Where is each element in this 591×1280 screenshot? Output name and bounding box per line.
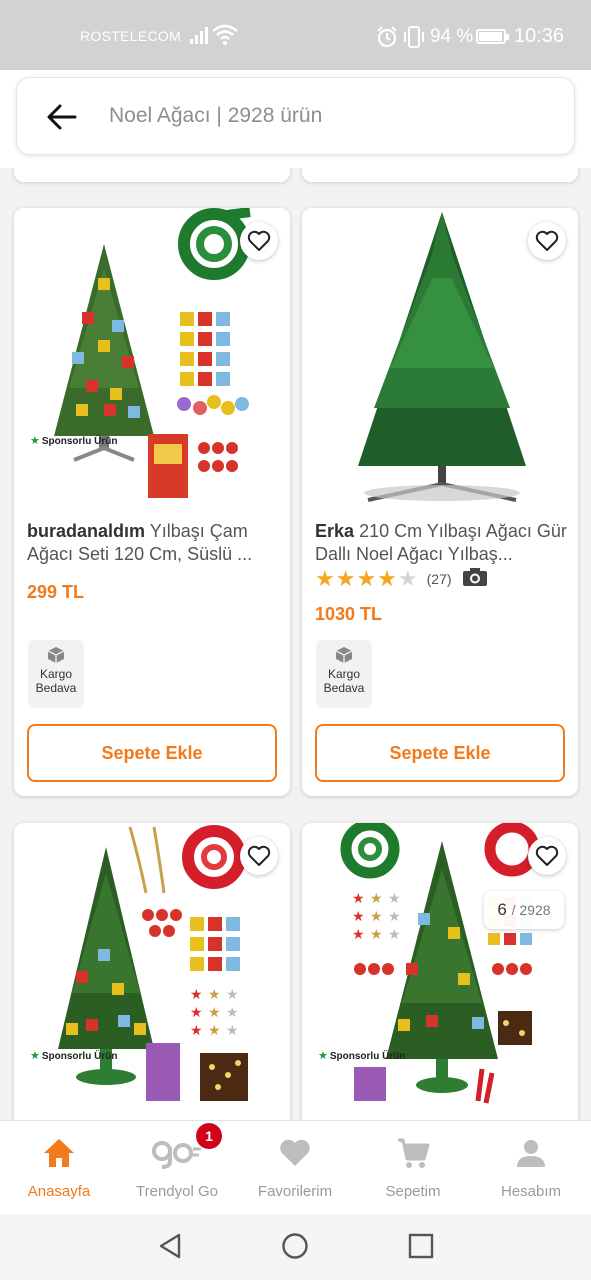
svg-text:★: ★	[388, 909, 401, 925]
svg-text:★: ★	[388, 927, 401, 943]
favorite-heart-icon[interactable]	[240, 837, 278, 875]
free-shipping-badge: Kargo Bedava	[316, 640, 372, 708]
clock: 10:36	[514, 25, 565, 47]
svg-text:★: ★	[370, 891, 383, 907]
alarm-icon	[376, 26, 398, 53]
page-current: 6	[497, 900, 507, 919]
product-card-partial[interactable]	[14, 168, 290, 182]
search-query[interactable]: Noel Ağacı | 2928 ürün	[109, 104, 322, 128]
free-shipping-badge: Kargo Bedava	[28, 640, 84, 708]
package-icon	[47, 647, 65, 663]
product-card[interactable]: ★ ★ ★ ★ ★ ★ ★ ★ ★ ★ Sponsorlu Ürün	[14, 823, 290, 1120]
favorite-heart-icon[interactable]	[528, 837, 566, 875]
rating-count: (27)	[426, 571, 452, 587]
nav-item-cart[interactable]: Sepetim	[354, 1121, 472, 1215]
system-navigation-bar	[0, 1214, 591, 1280]
recents-square-icon[interactable]	[407, 1232, 435, 1265]
favorite-heart-icon[interactable]	[528, 222, 566, 260]
nav-item-account[interactable]: Hesabım	[472, 1121, 590, 1215]
product-grid: ★ Sponsorlu Ürün buradanaldım Yılbaşı Çam…	[0, 168, 591, 1120]
svg-text:★: ★	[190, 1023, 203, 1039]
heart-icon	[236, 1133, 354, 1173]
signal-icon	[190, 26, 210, 49]
add-to-cart-button[interactable]: Sepete Ekle	[27, 724, 277, 782]
camera-icon	[462, 567, 488, 592]
home-icon	[0, 1133, 118, 1173]
add-to-cart-button[interactable]: Sepete Ekle	[315, 724, 565, 782]
svg-text:★: ★	[352, 909, 365, 925]
home-circle-icon[interactable]	[281, 1232, 309, 1265]
svg-text:★: ★	[208, 1005, 221, 1021]
svg-text:★: ★	[352, 891, 365, 907]
product-card[interactable]: ★ Sponsorlu Ürün buradanaldım Yılbaşı Çam…	[14, 208, 290, 796]
product-title[interactable]: buradanaldım Yılbaşı Çam Ağacı Seti 120 …	[27, 520, 279, 566]
product-brand: buradanaldım	[27, 521, 146, 541]
svg-text:★: ★	[190, 1005, 203, 1021]
svg-text:★: ★	[190, 987, 203, 1003]
svg-text:★: ★	[370, 909, 383, 925]
sponsored-label: ★ Sponsorlu Ürün	[318, 1050, 406, 1062]
product-card[interactable]: Erka 210 Cm Yılbaşı Ağacı Gür Dallı Noel…	[302, 208, 578, 796]
page-counter: 6 / 2928	[484, 891, 564, 929]
svg-text:★: ★	[226, 987, 239, 1003]
svg-text:★: ★	[370, 927, 383, 943]
search-header: Noel Ağacı | 2928 ürün	[0, 70, 591, 168]
carrier-name: ROSTELECOM	[80, 28, 182, 44]
star-icon: ★	[30, 435, 40, 447]
product-brand: Erka	[315, 521, 355, 541]
product-card-partial[interactable]	[302, 168, 578, 182]
page-total: / 2928	[511, 902, 551, 918]
svg-text:★: ★	[226, 1005, 239, 1021]
back-triangle-icon[interactable]	[156, 1232, 184, 1265]
star-icon: ★	[30, 1050, 40, 1062]
nav-item-home[interactable]: Anasayfa	[0, 1121, 118, 1215]
product-title[interactable]: Erka 210 Cm Yılbaşı Ağacı Gür Dallı Noel…	[315, 520, 567, 566]
favorite-heart-icon[interactable]	[240, 222, 278, 260]
package-icon	[335, 647, 353, 663]
svg-text:★: ★	[208, 1023, 221, 1039]
star-icon: ★	[318, 1050, 328, 1062]
cart-icon	[354, 1133, 472, 1173]
search-bar[interactable]: Noel Ağacı | 2928 ürün	[16, 77, 575, 155]
nav-item-favorites[interactable]: Favorilerim	[236, 1121, 354, 1215]
product-price: 1030 TL	[315, 604, 383, 624]
sponsored-label: ★ Sponsorlu Ürün	[30, 1050, 118, 1062]
status-bar: ROSTELECOM 94 % 10:36	[0, 0, 591, 70]
back-arrow-icon[interactable]	[45, 102, 79, 132]
product-rating: ★★★★★ (27)	[315, 566, 488, 592]
nav-item-trendyol-go[interactable]: 1 Trendyol Go	[118, 1121, 236, 1215]
product-price: 299 TL	[27, 582, 85, 602]
wifi-icon	[212, 24, 238, 51]
rating-stars-icon: ★★★★★	[315, 566, 419, 591]
svg-text:★: ★	[208, 987, 221, 1003]
svg-text:★: ★	[352, 927, 365, 943]
notification-badge: 1	[196, 1123, 222, 1149]
battery-percent: 94 %	[430, 26, 474, 47]
vibrate-icon	[402, 26, 426, 53]
product-card[interactable]: ★ ★ ★ ★ ★ ★ ★ ★ ★ ★ Sponsorlu Ürün	[302, 823, 578, 1120]
svg-text:★: ★	[388, 891, 401, 907]
sponsored-label: ★ Sponsorlu Ürün	[30, 435, 118, 447]
battery-icon	[476, 29, 509, 44]
bottom-navigation: Anasayfa 1 Trendyol Go Favorilerim Sepet…	[0, 1120, 591, 1214]
user-icon	[472, 1133, 590, 1173]
svg-text:★: ★	[226, 1023, 239, 1039]
